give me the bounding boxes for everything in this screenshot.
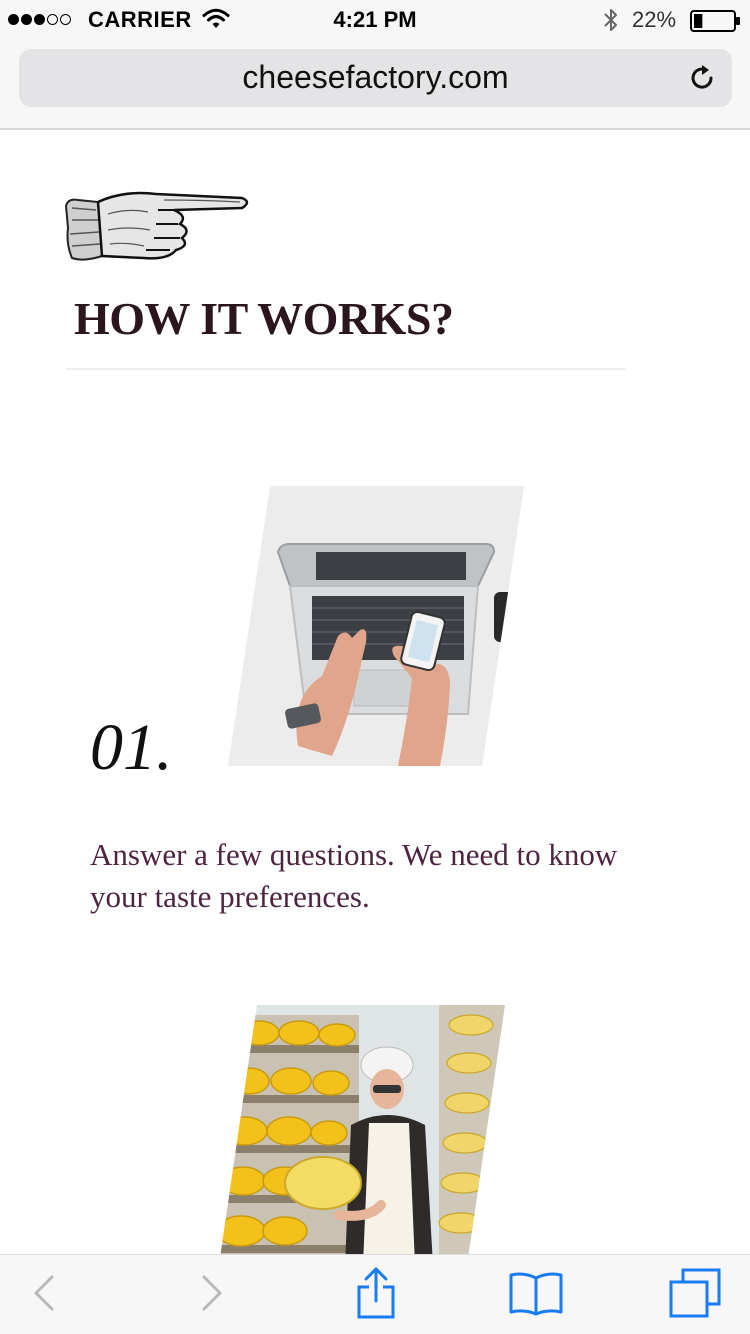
reload-icon[interactable] [686, 62, 718, 94]
forward-button[interactable] [192, 1269, 232, 1317]
bookmarks-button[interactable] [508, 1269, 564, 1317]
browser-toolbar [0, 1254, 750, 1334]
battery-percent: 22% [632, 7, 677, 32]
bookmarks-icon[interactable] [508, 1270, 564, 1316]
back-button[interactable] [24, 1269, 64, 1317]
battery-icon [690, 10, 740, 32]
browser-address-bar: cheesefactory.com [0, 40, 750, 130]
url-text[interactable]: cheesefactory.com [19, 59, 732, 96]
bluetooth-icon [604, 9, 617, 31]
step-1-photo [228, 486, 524, 766]
share-button[interactable] [350, 1267, 402, 1319]
page-content: HOW IT WORKS? 01. Answer a few questions… [0, 130, 750, 1254]
status-bar: CARRIER 4:21 PM 22% [0, 0, 750, 40]
tabs-icon[interactable] [669, 1268, 721, 1318]
url-field[interactable]: cheesefactory.com [19, 49, 732, 107]
tabs-button[interactable] [668, 1268, 722, 1318]
share-icon[interactable] [356, 1267, 396, 1319]
forward-icon[interactable] [200, 1273, 224, 1313]
section-title: HOW IT WORKS? [74, 293, 454, 344]
step-2-photo [219, 1005, 505, 1254]
pointing-hand-icon [64, 191, 249, 261]
step-description: Answer a few questions. We need to know … [90, 837, 618, 914]
back-icon[interactable] [32, 1273, 56, 1313]
title-divider [66, 368, 626, 370]
step-number: 01. [90, 711, 173, 784]
